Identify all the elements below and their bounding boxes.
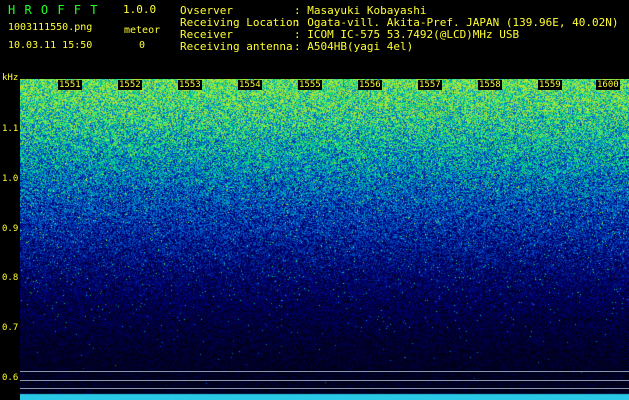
- app-version: 1.0.0: [123, 3, 157, 16]
- minute-marker: 1551: [58, 80, 82, 90]
- app-title: H R O F F T: [8, 3, 99, 17]
- axis-tick-label: 0.7: [2, 323, 19, 333]
- minute-marker: 1559: [538, 80, 562, 90]
- minute-marker: 1557: [418, 80, 442, 90]
- axis-tick-label: 1.0: [2, 174, 19, 184]
- axis-tick-label: 0.6: [2, 373, 19, 383]
- minute-marker: 1556: [358, 80, 382, 90]
- minute-marker: 1600: [596, 80, 620, 90]
- info-value-observer: : Masayuki Kobayashi: [294, 4, 427, 17]
- minute-marker: 1552: [118, 80, 142, 90]
- meteor-label: meteor: [124, 25, 161, 36]
- axis-tick-label: 0.9: [2, 224, 19, 234]
- info-key-receiver: Receiver: [180, 28, 233, 41]
- axis-unit: kHz: [2, 73, 19, 83]
- meteor-count: 0: [139, 40, 146, 51]
- minute-marker: 1558: [478, 80, 502, 90]
- file-name: 1003111550.png: [8, 22, 93, 33]
- axis-tick-label: 1.1: [2, 124, 19, 134]
- minute-marker: 1553: [178, 80, 202, 90]
- info-value-antenna: : A504HB(yagi 4el): [294, 40, 414, 53]
- marker-line: [20, 371, 629, 372]
- file-datetime: 10.03.11 15:50: [8, 40, 93, 51]
- minute-marker: 1555: [298, 80, 322, 90]
- info-key-observer: Ovserver: [180, 4, 233, 17]
- info-key-antenna: Receiving antenna: [180, 40, 293, 53]
- minute-marker: 1554: [238, 80, 262, 90]
- info-key-location: Receiving Location: [180, 16, 300, 29]
- marker-line: [20, 380, 629, 381]
- info-value-location: : Ogata-vill. Akita-Pref. JAPAN (139.96E…: [294, 16, 619, 29]
- info-value-receiver: : ICOM IC-575 53.7492(@LCD)MHz USB: [294, 28, 520, 41]
- axis-tick-label: 0.8: [2, 273, 19, 283]
- marker-line: [20, 388, 629, 389]
- spectrogram: [20, 79, 629, 400]
